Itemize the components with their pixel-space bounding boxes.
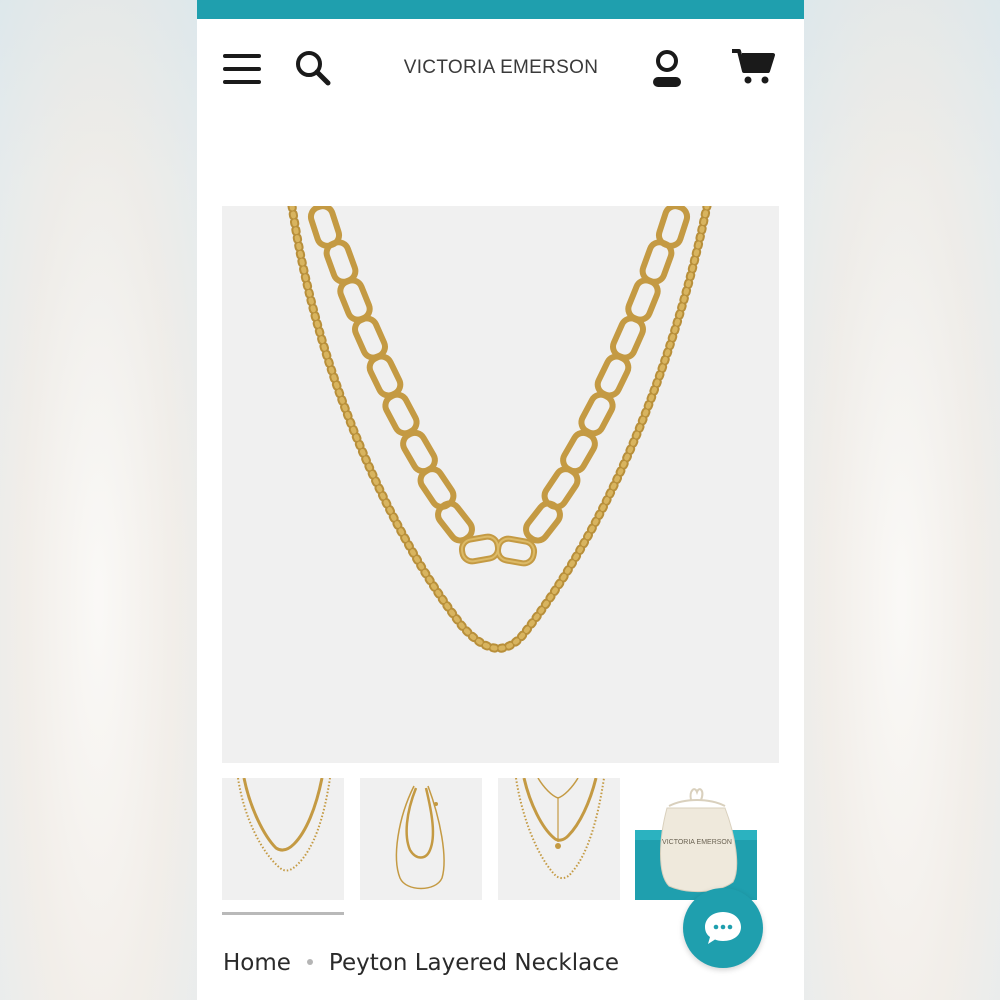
layered-necklace-image bbox=[287, 206, 712, 653]
full-necklace-thumbnail bbox=[395, 785, 445, 890]
breadcrumb: Home Peyton Layered Necklace bbox=[223, 950, 619, 976]
thumbnail-selected-indicator bbox=[222, 912, 344, 915]
menu-button[interactable] bbox=[221, 51, 263, 87]
pouch-thumbnail: VICTORIA EMERSON bbox=[635, 788, 757, 900]
account-button[interactable] bbox=[647, 49, 687, 93]
layered-clasp-thumbnail bbox=[515, 778, 605, 880]
site-header: VICTORIA EMERSON bbox=[197, 19, 804, 119]
breadcrumb-separator bbox=[306, 958, 313, 965]
breadcrumb-current: Peyton Layered Necklace bbox=[328, 950, 619, 976]
chat-bubble-icon bbox=[705, 912, 741, 944]
search-button[interactable] bbox=[294, 49, 334, 89]
announcement-bar bbox=[197, 0, 804, 19]
cart-button[interactable] bbox=[730, 47, 778, 87]
search-icon bbox=[296, 51, 331, 86]
thumbnail-1[interactable] bbox=[222, 778, 344, 900]
brand-logo[interactable]: VICTORIA EMERSON bbox=[377, 57, 625, 79]
main-product-image[interactable] bbox=[222, 206, 779, 763]
backdrop-left bbox=[0, 0, 197, 1000]
cart-icon bbox=[732, 49, 775, 84]
thumbnail-4[interactable]: VICTORIA EMERSON bbox=[635, 778, 757, 900]
layered-necklace-thumbnail bbox=[237, 778, 331, 872]
backdrop-right bbox=[803, 0, 1000, 1000]
menu-icon bbox=[223, 54, 261, 84]
account-icon bbox=[653, 50, 681, 87]
thumbnail-2[interactable] bbox=[360, 778, 482, 900]
chat-button[interactable] bbox=[683, 888, 763, 968]
thumbnail-3[interactable] bbox=[498, 778, 620, 900]
breadcrumb-home-link[interactable]: Home bbox=[223, 950, 291, 976]
pouch-brand-text: VICTORIA EMERSON bbox=[662, 839, 732, 846]
mobile-page: VICTORIA EMERSON VICTORIA EMERSON Home P… bbox=[197, 0, 804, 1000]
